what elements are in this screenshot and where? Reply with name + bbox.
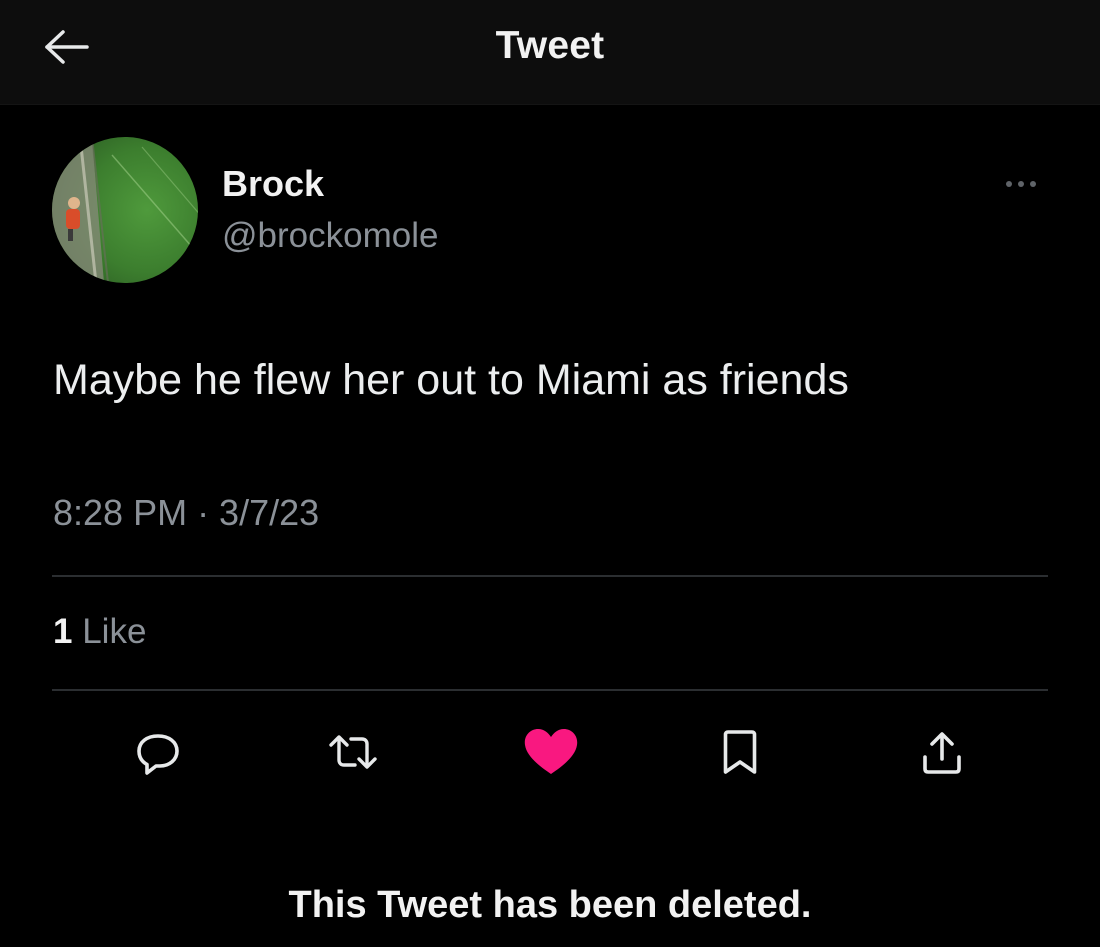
bookmark-icon (723, 730, 757, 774)
reply-icon (137, 734, 179, 775)
page-title: Tweet (495, 24, 605, 67)
top-bar: Tweet (0, 0, 1100, 105)
divider (52, 575, 1048, 577)
tweet-text: Maybe he flew her out to Miami as friend… (53, 356, 849, 404)
more-dots-icon (1006, 181, 1036, 187)
likes-number: 1 (53, 612, 73, 651)
likes-label: Like (82, 612, 147, 651)
retweet-icon (329, 735, 377, 769)
retweet-button[interactable] (321, 722, 385, 782)
likes-count[interactable]: 1 Like (53, 612, 146, 652)
deleted-notice: This Tweet has been deleted. (288, 884, 812, 926)
reply-button[interactable] (126, 722, 190, 782)
more-options-button[interactable] (996, 170, 1046, 198)
share-icon (923, 732, 961, 774)
heart-icon (524, 729, 578, 774)
author-handle[interactable]: @brockomole (222, 216, 438, 256)
share-button[interactable] (910, 722, 974, 782)
avatar-photo (52, 137, 198, 283)
like-button[interactable] (519, 722, 583, 782)
bookmark-button[interactable] (708, 722, 772, 782)
divider (52, 689, 1048, 691)
author-name[interactable]: Brock (222, 163, 324, 205)
tweet-timestamp[interactable]: 8:28 PM · 3/7/23 (53, 492, 319, 534)
avatar[interactable] (52, 137, 198, 283)
